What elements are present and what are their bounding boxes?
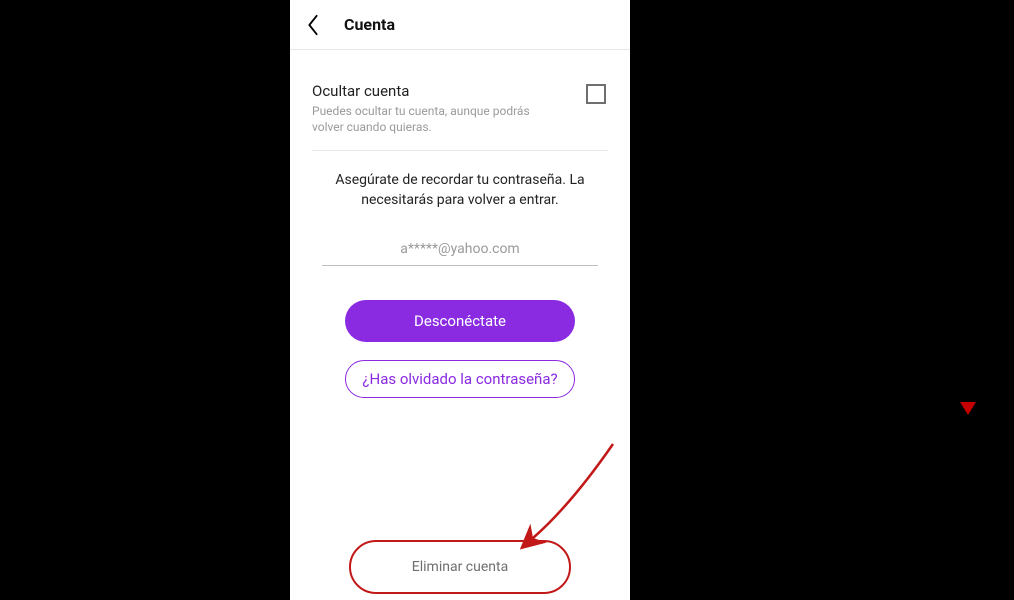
hide-account-subtitle: Puedes ocultar tu cuenta, aunque podrás …	[312, 103, 532, 135]
delete-account-wrap: Eliminar cuenta	[355, 544, 565, 590]
password-reminder-text: Asegúrate de recordar tu contraseña. La …	[312, 151, 608, 220]
hide-account-checkbox[interactable]	[586, 84, 606, 104]
disconnect-button[interactable]: Desconéctate	[345, 300, 575, 342]
phone-screen: Cuenta Ocultar cuenta Puedes ocultar tu …	[290, 0, 630, 600]
hide-account-text: Ocultar cuenta Puedes ocultar tu cuenta,…	[312, 82, 586, 135]
marker-triangle-icon	[960, 402, 976, 415]
content-area: Ocultar cuenta Puedes ocultar tu cuenta,…	[290, 50, 630, 398]
annotation-arrow	[485, 440, 625, 560]
delete-account-button[interactable]: Eliminar cuenta	[355, 544, 565, 590]
back-icon[interactable]	[302, 14, 324, 36]
app-bar: Cuenta	[290, 0, 630, 50]
hide-account-title: Ocultar cuenta	[312, 82, 570, 100]
page-title: Cuenta	[344, 15, 395, 34]
forgot-password-button[interactable]: ¿Has olvidado la contraseña?	[345, 360, 575, 399]
email-field[interactable]: a*****@yahoo.com	[322, 235, 598, 266]
hide-account-row: Ocultar cuenta Puedes ocultar tu cuenta,…	[312, 72, 608, 151]
